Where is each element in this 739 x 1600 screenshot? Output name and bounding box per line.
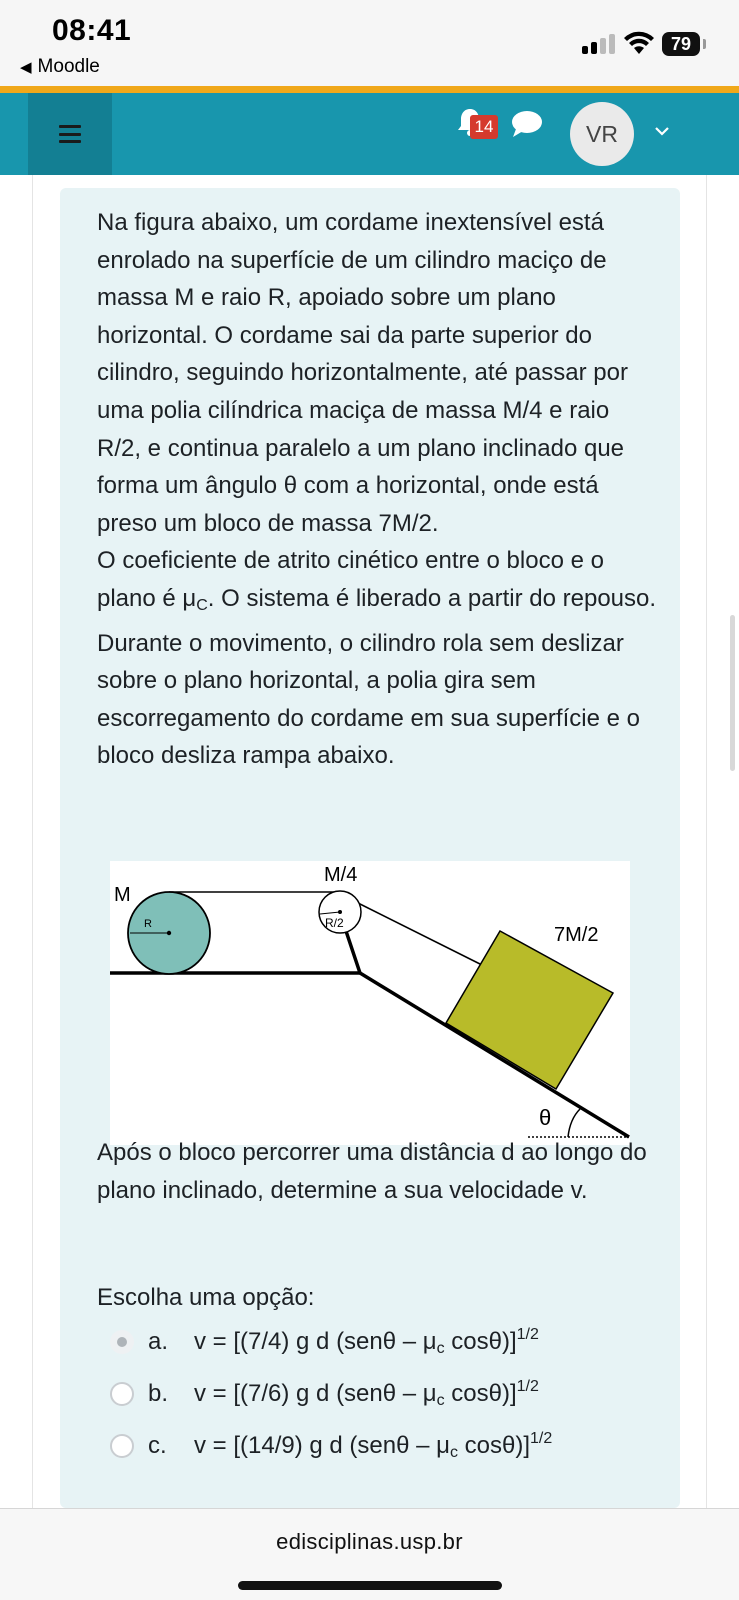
status-bar: 08:41 ◀ Moodle 79 [0, 0, 739, 88]
physics-diagram: R M R/2 M/4 7M/2 θ [110, 861, 630, 1145]
option-a-text: v = [(7/4) g d (senθ – μc cosθ)]1/2 [194, 1326, 539, 1357]
question-text: Na figura abaixo, um cordame inextensíve… [97, 204, 657, 775]
page-scrollbar[interactable] [730, 615, 735, 771]
wifi-icon [624, 31, 654, 54]
answer-prompt: Escolha uma opção: [97, 1284, 315, 1311]
accent-strip [0, 86, 739, 93]
label-angle: θ [539, 1105, 551, 1130]
question-card: Na figura abaixo, um cordame inextensíve… [60, 188, 680, 1508]
question-paragraph-1: Na figura abaixo, um cordame inextensíve… [97, 209, 628, 537]
label-R: R [144, 918, 152, 930]
page-content: Na figura abaixo, um cordame inextensíve… [0, 175, 739, 1508]
url-display[interactable]: edisciplinas.usp.br [0, 1529, 739, 1555]
user-avatar[interactable]: VR [570, 102, 634, 166]
label-pulley-mass: M/4 [324, 864, 357, 886]
option-c[interactable]: c. v = [(14/9) g d (senθ – μc cosθ)]1/2 [110, 1428, 552, 1464]
question-followup: Após o bloco percorrer uma distância d a… [97, 1139, 647, 1204]
rope-incline [351, 899, 501, 975]
option-a-letter: a. [148, 1328, 169, 1355]
pulley-center [338, 910, 342, 914]
hamburger-icon [59, 125, 81, 143]
block [444, 929, 615, 1091]
drawer-toggle-button[interactable] [28, 93, 112, 175]
top-navbar: 14 VR [0, 93, 739, 175]
status-time: 08:41 [52, 14, 132, 47]
option-a[interactable]: a. v = [(7/4) g d (senθ – μc cosθ)]1/2 [110, 1324, 539, 1360]
cylinder-center [166, 930, 172, 936]
label-M: M [114, 884, 131, 906]
option-b-letter: b. [148, 1380, 169, 1407]
cellular-signal-icon [582, 34, 618, 54]
option-b[interactable]: b. v = [(7/6) g d (senθ – μc cosθ)]1/2 [110, 1376, 539, 1412]
notification-count-badge: 14 [470, 115, 498, 139]
option-a-radio[interactable] [110, 1330, 134, 1354]
option-c-radio[interactable] [110, 1434, 134, 1458]
label-block: 7M/2 [554, 924, 598, 946]
angle-arc [567, 1108, 581, 1138]
option-b-text: v = [(7/6) g d (senθ – μc cosθ)]1/2 [194, 1378, 539, 1409]
chevron-down-icon[interactable] [652, 121, 672, 141]
back-label: Moodle [37, 56, 100, 77]
question-paragraph-2: O coeficiente de atrito cinético entre o… [97, 547, 657, 770]
browser-bottom-bar: edisciplinas.usp.br [0, 1508, 739, 1600]
home-indicator[interactable] [238, 1581, 502, 1590]
battery-indicator: 79 [662, 32, 700, 56]
messages-chat-icon[interactable] [510, 109, 544, 139]
back-to-moodle-link[interactable]: ◀ Moodle [20, 56, 100, 78]
option-b-radio[interactable] [110, 1382, 134, 1406]
option-c-text: v = [(14/9) g d (senθ – μc cosθ)]1/2 [194, 1430, 553, 1461]
battery-tip [703, 39, 706, 49]
option-c-letter: c. [148, 1432, 167, 1459]
back-triangle-icon: ◀ [20, 59, 32, 76]
label-pulley-radius: R/2 [325, 916, 344, 930]
